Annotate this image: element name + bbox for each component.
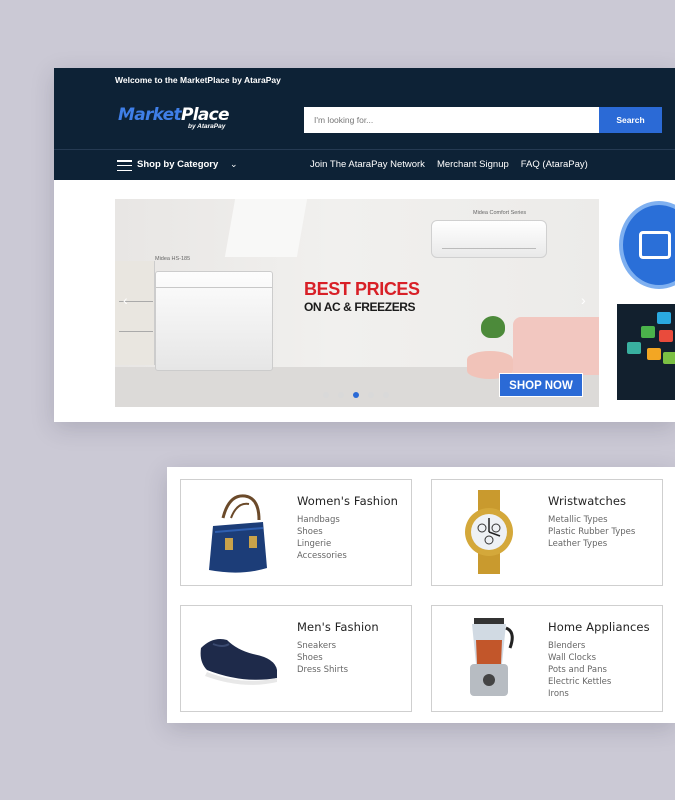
nav-link-merchant-signup[interactable]: Merchant Signup — [437, 159, 509, 170]
search-input[interactable] — [304, 107, 599, 133]
hamburger-menu-icon[interactable] — [117, 160, 132, 172]
subcategory-list: Blenders Wall Clocks Pots and Pans Elect… — [548, 640, 611, 700]
welcome-text: Welcome to the MarketPlace by AtaraPay — [115, 75, 281, 85]
subcategory-link[interactable]: Accessories — [297, 550, 347, 562]
category-title: Wristwatches — [548, 494, 627, 508]
app-tile-icon — [647, 348, 661, 360]
air-conditioner-image — [431, 220, 547, 258]
app-tile-icon — [659, 330, 673, 342]
wristwatch-icon — [465, 490, 513, 574]
freezer-model-label: Midea HS-185 — [155, 256, 191, 262]
subcategory-link[interactable]: Pots and Pans — [548, 664, 611, 676]
shoe-icon — [200, 639, 277, 685]
shop-now-button[interactable]: SHOP NOW — [499, 373, 583, 397]
app-tile-icon — [627, 342, 641, 354]
subcategory-link[interactable]: Plastic Rubber Types — [548, 526, 635, 538]
promo-tile-secure-payment[interactable] — [617, 199, 675, 295]
category-title: Women's Fashion — [297, 494, 399, 508]
subcategory-link[interactable]: Lingerie — [297, 538, 347, 550]
app-tile-icon — [641, 326, 655, 338]
category-title: Home Appliances — [548, 620, 650, 634]
carousel-next-arrow-icon[interactable]: › — [581, 292, 586, 308]
subcategory-link[interactable]: Shoes — [297, 652, 348, 664]
app-tile-icon — [663, 352, 675, 364]
promo-tile-apps[interactable] — [617, 304, 675, 400]
subcategory-link[interactable]: Irons — [548, 688, 611, 700]
subcategory-link[interactable]: Leather Types — [548, 538, 635, 550]
logo-wordmark: MarketPlace — [118, 105, 230, 125]
banner-cabinet-decor — [115, 261, 155, 365]
handbag-icon — [209, 494, 267, 573]
carousel-dot[interactable] — [353, 392, 359, 398]
subcategory-link[interactable]: Shoes — [297, 526, 347, 538]
plant-decor — [481, 316, 505, 338]
category-tile-home-appliances[interactable]: Home Appliances Blenders Wall Clocks Pot… — [431, 605, 663, 712]
search-button[interactable]: Search — [599, 107, 662, 133]
chest-freezer-image — [155, 271, 273, 371]
bed-decor — [513, 317, 599, 375]
subcategory-link[interactable]: Dress Shirts — [297, 664, 348, 676]
category-tile-mens-fashion[interactable]: Men's Fashion Sneakers Shoes Dress Shirt… — [180, 605, 412, 712]
main-nav: Shop by Category ⌄ Join The AtaraPay Net… — [54, 149, 675, 180]
subcategory-link[interactable]: Wall Clocks — [548, 652, 611, 664]
marketplace-page-preview: Welcome to the MarketPlace by AtaraPay M… — [54, 68, 675, 422]
shop-by-category-button[interactable]: Shop by Category — [137, 159, 218, 170]
ac-model-label: Midea Comfort Series — [473, 210, 527, 216]
subcategory-link[interactable]: Sneakers — [297, 640, 348, 652]
subcategory-list: Metallic Types Plastic Rubber Types Leat… — [548, 514, 635, 550]
nav-links: Join The AtaraPay Network Merchant Signu… — [310, 159, 588, 170]
carousel-dot[interactable] — [383, 392, 389, 398]
subcategory-link[interactable]: Metallic Types — [548, 514, 635, 526]
subcategory-link[interactable]: Blenders — [548, 640, 611, 652]
banner-window-decor — [224, 199, 308, 257]
site-header: Welcome to the MarketPlace by AtaraPay M… — [54, 68, 675, 180]
carousel-prev-arrow-icon[interactable]: ‹ — [123, 292, 128, 308]
category-tile-womens-fashion[interactable]: Women's Fashion Handbags Shoes Lingerie … — [180, 479, 412, 586]
logo-tagline: by AtaraPay — [188, 123, 226, 130]
chevron-down-icon[interactable]: ⌄ — [230, 159, 238, 170]
subcategory-link[interactable]: Handbags — [297, 514, 347, 526]
app-tile-icon — [657, 312, 671, 324]
search-bar: Search — [304, 107, 662, 133]
blender-icon — [470, 618, 514, 696]
marketplace-logo[interactable]: MarketPlace by AtaraPay — [118, 106, 236, 136]
carousel-dot[interactable] — [323, 392, 329, 398]
carousel-dot[interactable] — [338, 392, 344, 398]
category-title: Men's Fashion — [297, 620, 379, 634]
banner-subheadline: ON AC & FREEZERS — [304, 300, 416, 314]
carousel-dots — [323, 392, 389, 398]
subcategory-list: Handbags Shoes Lingerie Accessories — [297, 514, 347, 562]
category-grid-preview: Women's Fashion Handbags Shoes Lingerie … — [167, 467, 675, 723]
carousel-dot[interactable] — [368, 392, 374, 398]
hero-banner-carousel[interactable]: Midea HS-185 Midea Comfort Series BEST P… — [115, 199, 599, 407]
category-tile-wristwatches[interactable]: Wristwatches Metallic Types Plastic Rubb… — [431, 479, 663, 586]
subcategory-list: Sneakers Shoes Dress Shirts — [297, 640, 348, 676]
banner-headline: BEST PRICES — [304, 279, 420, 299]
nav-link-join-network[interactable]: Join The AtaraPay Network — [310, 159, 425, 170]
subcategory-link[interactable]: Electric Kettles — [548, 676, 611, 688]
nav-link-faq[interactable]: FAQ (AtaraPay) — [521, 159, 588, 170]
